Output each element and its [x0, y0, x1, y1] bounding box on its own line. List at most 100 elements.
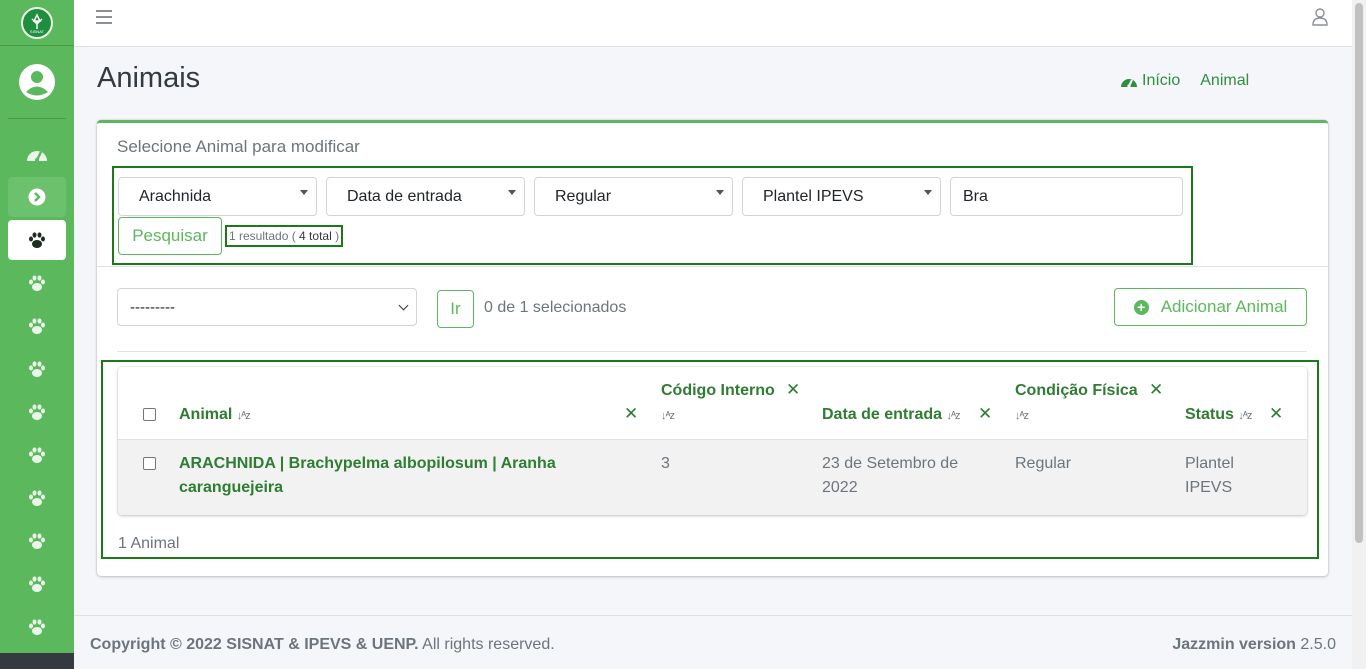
sidebar-item-paw-4[interactable] — [8, 392, 66, 432]
sort-icon[interactable]: ↓ᴬz — [1015, 404, 1029, 428]
caret-down-icon — [300, 190, 308, 195]
sidebar-bottom — [0, 653, 74, 669]
cell-data: 23 de Setembro de 2022 — [822, 452, 958, 500]
paw-icon — [29, 533, 45, 549]
version-number: 2.5.0 — [1300, 636, 1336, 653]
card-header: Selecione Animal para modificar Arachnid… — [97, 123, 1328, 267]
logo-icon[interactable]: SISNAT — [21, 6, 53, 39]
caret-down-icon — [508, 190, 516, 195]
sidebar-item-paw-1[interactable] — [8, 263, 66, 303]
sidebar-item-arrow[interactable] — [8, 177, 66, 217]
select-all-checkbox[interactable] — [143, 408, 156, 421]
filter-date-value: Data de entrada — [347, 187, 462, 205]
header-data[interactable]: Data de entrada ↓ᴬz — [822, 403, 961, 428]
main-card: Selecione Animal para modificar Arachnid… — [97, 120, 1328, 576]
header-status-label: Status — [1185, 406, 1234, 423]
user-icon — [1312, 8, 1328, 26]
copyright-strong: Copyright © 2022 SISNAT & IPEVS & UENP. — [90, 636, 419, 653]
brand[interactable]: SISNAT — [0, 0, 74, 46]
plus-circle-icon: + — [1133, 299, 1149, 315]
paw-icon — [29, 318, 45, 334]
sidebar-item-paw-8[interactable] — [8, 564, 66, 604]
row-checkbox[interactable] — [143, 457, 156, 470]
page-scrollbar[interactable] — [1352, 0, 1366, 669]
breadcrumb-home-label: Início — [1142, 72, 1181, 89]
paw-icon — [29, 232, 45, 248]
filter-class-select[interactable]: Arachnida — [118, 177, 317, 216]
cell-condicao: Regular — [1015, 455, 1072, 472]
user-menu-button[interactable] — [1312, 8, 1328, 31]
paw-icon — [29, 576, 45, 592]
scrollbar-thumb[interactable] — [1355, 3, 1363, 543]
add-animal-label: Adicionar Animal — [1160, 297, 1288, 316]
cell-data-line2: 2022 — [822, 479, 858, 496]
sidebar-item-paw-6[interactable] — [8, 478, 66, 518]
header-codigo[interactable]: Código Interno — [661, 379, 775, 403]
filter-status-select[interactable]: Plantel IPEVS — [742, 177, 941, 216]
sidebar-item-paw-2[interactable] — [8, 306, 66, 346]
header-codigo-label: Código Interno — [661, 382, 775, 399]
sidebar-nav — [0, 134, 74, 669]
page-footer: Copyright © 2022 SISNAT & IPEVS & UENP. … — [74, 615, 1352, 669]
remove-sort-status-icon[interactable]: ✕ — [1269, 404, 1283, 424]
sidebar-item-paw-5[interactable] — [8, 435, 66, 475]
search-button[interactable]: Pesquisar — [118, 217, 222, 255]
remove-sort-condicao-icon[interactable]: ✕ — [1149, 380, 1163, 400]
card-title: Selecione Animal para modificar — [117, 137, 360, 156]
paw-icon — [29, 490, 45, 506]
filter-status-value: Plantel IPEVS — [763, 187, 864, 205]
sidebar-user[interactable] — [8, 46, 66, 119]
breadcrumb: Início Animal — [1120, 72, 1249, 90]
filter-box: Arachnida Data de entrada Regular Plante… — [112, 166, 1193, 265]
cell-status-line2: IPEVS — [1185, 479, 1233, 496]
header-status[interactable]: Status ↓ᴬz — [1185, 403, 1252, 428]
header-animal-label: Animal — [179, 406, 233, 423]
dashboard-icon — [27, 151, 47, 162]
filter-class-value: Arachnida — [139, 187, 212, 205]
breadcrumb-current[interactable]: Animal — [1200, 72, 1249, 90]
version-info: Jazzmin version 2.5.0 — [1172, 636, 1336, 654]
divider — [117, 351, 1307, 352]
remove-sort-data-icon[interactable]: ✕ — [978, 404, 992, 424]
hamburger-icon[interactable] — [96, 10, 112, 24]
sidebar-item-dashboard[interactable] — [8, 134, 66, 174]
sort-icon[interactable]: ↓ᴬz — [947, 410, 961, 422]
table-row: ARACHNIDA | Brachypelma albopilosum | Ar… — [118, 440, 1307, 515]
header-animal[interactable]: Animal ↓ᴬz — [179, 403, 251, 428]
remove-sort-animal-icon[interactable]: ✕ — [624, 404, 638, 424]
chevron-down-icon — [398, 300, 409, 311]
cell-codigo: 3 — [661, 455, 670, 472]
results-count: 1 Animal — [118, 535, 180, 552]
header-condicao[interactable]: Condição Física — [1015, 379, 1138, 403]
filter-date-select[interactable]: Data de entrada — [326, 177, 525, 216]
sidebar-item-paw-7[interactable] — [8, 521, 66, 561]
search-input[interactable] — [950, 177, 1183, 216]
user-avatar-icon — [19, 64, 55, 100]
result-count-suffix: ) — [335, 229, 340, 243]
add-animal-button[interactable]: + Adicionar Animal — [1114, 288, 1307, 326]
go-button[interactable]: Ir — [437, 290, 474, 328]
sidebar-item-paw-3[interactable] — [8, 349, 66, 389]
page-title: Animais — [97, 62, 201, 94]
action-select[interactable]: --------- — [117, 288, 417, 326]
cell-status: Plantel IPEVS — [1185, 452, 1234, 500]
results-table: Animal ↓ᴬz ✕ Código Interno ✕ ↓ᴬz Data d… — [118, 367, 1307, 515]
animal-link[interactable]: ARACHNIDA | Brachypelma albopilosum | Ar… — [179, 452, 599, 500]
sort-icon[interactable]: ↓ᴬz — [1238, 410, 1252, 422]
result-count-prefix: 1 resultado ( — [229, 229, 296, 243]
result-total-link[interactable]: 4 total — [299, 229, 332, 243]
sort-icon[interactable]: ↓ᴬz — [237, 410, 251, 422]
table-header: Animal ↓ᴬz ✕ Código Interno ✕ ↓ᴬz Data d… — [118, 367, 1307, 440]
animal-name-line2: caranguejeira — [179, 479, 284, 496]
copyright: Copyright © 2022 SISNAT & IPEVS & UENP. … — [90, 636, 555, 654]
remove-sort-codigo-icon[interactable]: ✕ — [786, 380, 800, 400]
version-label: Jazzmin version — [1172, 636, 1296, 653]
breadcrumb-home[interactable]: Início — [1120, 72, 1180, 90]
sidebar-item-animal[interactable] — [8, 220, 66, 260]
selected-count: 0 de 1 selecionados — [484, 299, 627, 316]
header-condicao-label: Condição Física — [1015, 382, 1138, 399]
sidebar-item-paw-9[interactable] — [8, 607, 66, 647]
sort-icon[interactable]: ↓ᴬz — [661, 404, 675, 428]
caret-down-icon — [924, 190, 932, 195]
filter-condition-select[interactable]: Regular — [534, 177, 733, 216]
